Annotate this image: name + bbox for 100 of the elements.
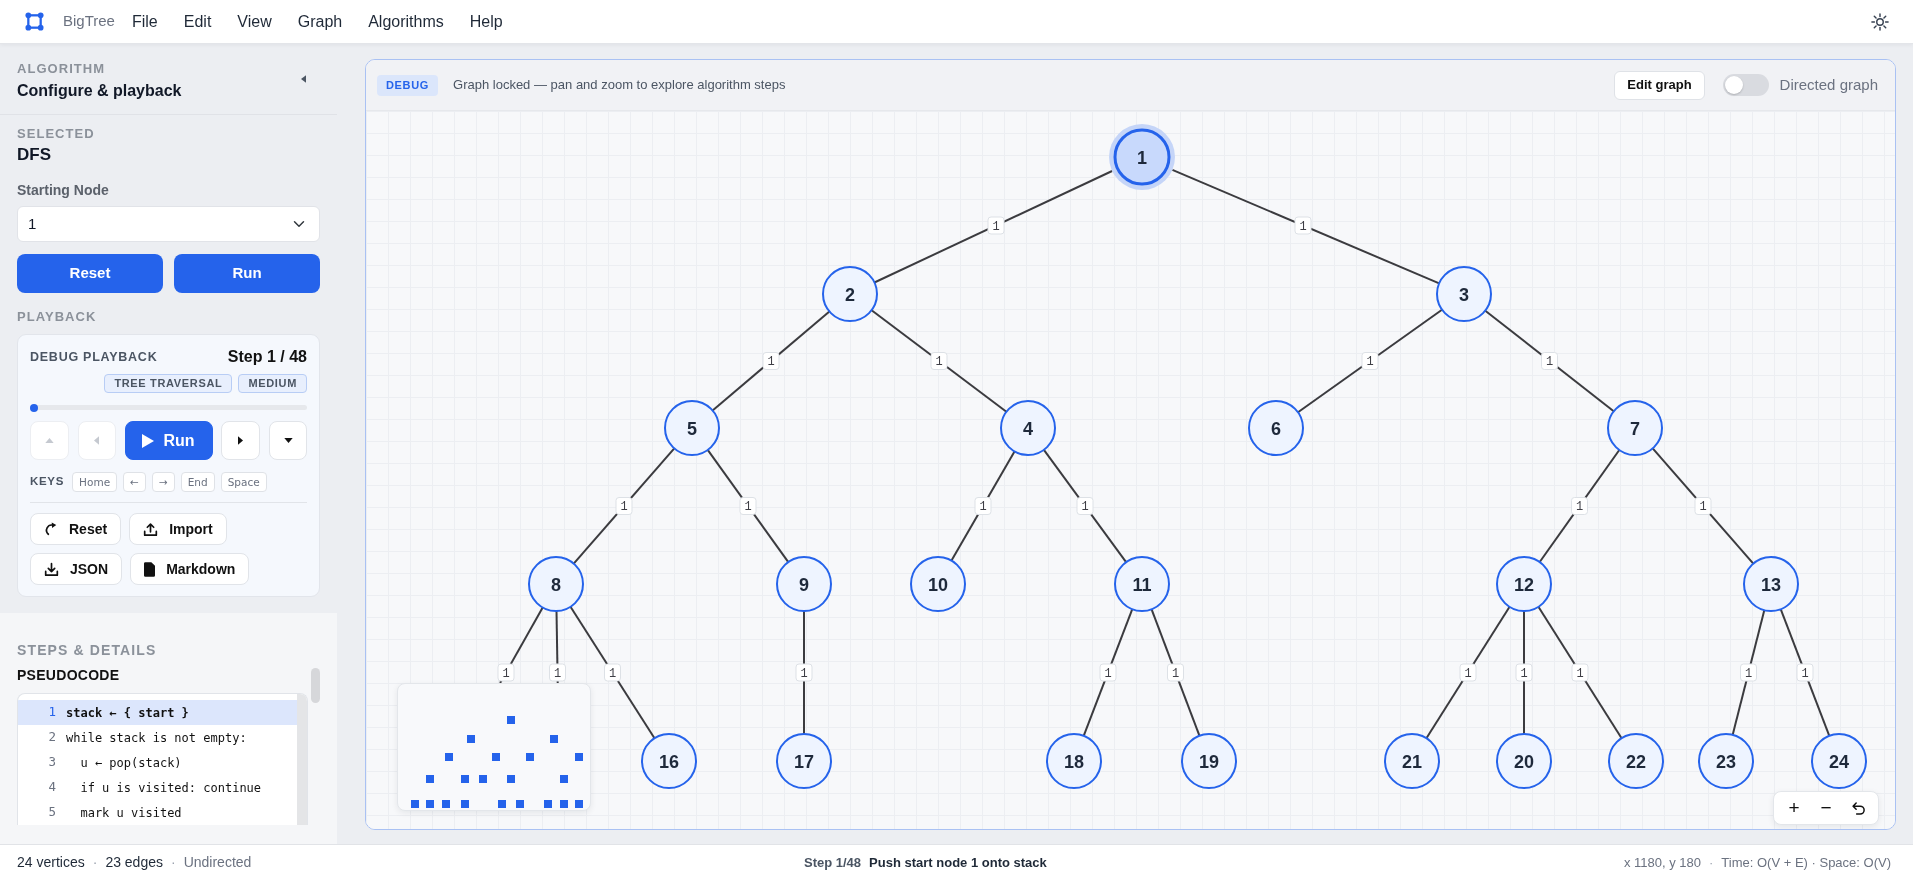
edge-weight-label: 1 [1571,663,1589,682]
code-text: stack ← { start } [66,704,189,722]
minimap-node-marker [507,716,515,724]
graph-node[interactable]: 24 [1811,733,1867,789]
edge-weight-label: 1 [1076,497,1094,515]
line-number: 3 [47,753,57,772]
step-indicator: Step 1/48 [804,853,862,872]
keys-label: KEYS [30,474,65,490]
menu-item[interactable]: Help [469,11,503,32]
action-button[interactable]: Run [174,254,320,293]
collapse-sidebar-button[interactable] [301,75,306,83]
edge-weight-label: 1 [930,352,948,370]
graph-node[interactable]: 11 [1114,556,1170,612]
pseudocode-line[interactable]: 5 mark u visited [18,800,297,825]
tag-label: MEDIUM [238,374,307,393]
graph-node[interactable]: 6 [1248,400,1304,456]
minimap-panel[interactable] [397,683,591,811]
edge-weight-label: 1 [1167,663,1184,682]
status-text: Time: O(V + E) · Space: O(V) [1721,853,1891,872]
menu-item[interactable]: Algorithms [368,11,444,32]
status-separator: · [171,853,176,872]
line-number: 1 [47,703,57,722]
pseudocode-line[interactable]: 3 u ← pop(stack) [18,750,297,775]
import-button[interactable]: Import [129,513,227,545]
pseudocode-line[interactable]: 2 while stack is not empty: [18,725,297,750]
graph-node[interactable]: 2 [822,266,878,322]
graph-node[interactable]: 9 [776,556,832,612]
caret-left-icon [301,75,306,83]
run-button[interactable]: Run [124,421,213,460]
progress-track[interactable] [30,405,307,410]
graph-node[interactable]: 16 [641,733,697,789]
scrollbar-track[interactable] [297,694,307,825]
export-markdown-button[interactable]: Markdown [130,553,250,585]
graph-node[interactable]: 1 [1109,124,1175,190]
caret-down-icon [283,438,293,443]
theme-sun-icon [1871,12,1889,31]
scrollbar-thumb[interactable] [311,668,320,703]
menu-item[interactable]: Edit [183,11,212,32]
graph-node[interactable]: 18 [1046,733,1102,789]
minimap-node-marker [544,800,552,808]
pseudocode-title: PSEUDOCODE [17,666,121,684]
minimap-node-marker [426,775,434,783]
minimap-node-marker [550,735,558,743]
minimap-node-marker [492,753,500,761]
graph-node[interactable]: 23 [1698,733,1754,789]
minimap-node-marker [575,800,583,808]
caret-left-icon [94,436,100,445]
reset-button[interactable]: Reset [30,513,122,545]
graph-node[interactable]: 17 [776,733,832,789]
line-number: 5 [47,803,57,822]
graph-node[interactable]: 7 [1607,400,1663,456]
edge-weight-label: 1 [1694,497,1712,515]
graph-node[interactable]: 22 [1608,733,1664,789]
pseudocode-line[interactable]: 4 if u is visited: continue [18,775,297,800]
menu-item[interactable]: View [237,11,272,32]
menu-item[interactable]: File [131,11,158,32]
minimap-node-marker [426,800,434,808]
graph-node[interactable]: 13 [1743,556,1799,612]
graph-node[interactable]: 19 [1181,733,1237,789]
tag-label: TREE TRAVERSAL [104,374,233,393]
status-text: 23 edges [105,853,163,872]
minimap-node-marker [445,753,453,761]
key-hint: End [180,472,215,492]
action-button[interactable]: Reset [17,254,163,293]
theme-toggle-button[interactable] [1869,10,1891,33]
edge-weight-label: 1 [615,497,633,515]
graph-node[interactable]: 3 [1436,266,1492,322]
graph-node[interactable]: 5 [664,400,720,456]
undo-arrow-icon [1850,800,1866,816]
zoom-button[interactable]: + [1780,795,1808,821]
directed-toggle[interactable] [1722,74,1769,96]
code-text: while stack is not empty: [66,729,247,747]
upload-icon [143,521,159,537]
starting-node-select[interactable]: 1 [17,206,320,242]
graph-canvas[interactable]: 1 1 1 1 1 1 1 1 1 1 1 1 1 1 1 1 1 1 1 1 1 1 1 1 2 5 8 16 9 17 4 10 11 18 19 3 6 7 12 21 20 22 13 23 24 + − [366,111,1895,829]
edge-weight-label: 1 [1541,352,1558,370]
logo-icon [25,12,44,31]
more-options-button[interactable] [269,421,307,460]
section-label: STEPS & DETAILS [17,641,158,659]
export-json-button[interactable]: JSON [30,553,123,585]
edge-weight-label: 1 [1515,663,1533,682]
line-number: 2 [47,728,57,747]
graph-node[interactable]: 20 [1496,733,1552,789]
edge-weight-label: 1 [549,663,566,682]
menu-item[interactable]: Graph [297,11,343,32]
graph-node[interactable]: 4 [1000,400,1056,456]
step-message: Push start node 1 onto stack [869,853,1047,872]
key-hint: Home [72,472,118,492]
graph-node[interactable]: 10 [910,556,966,612]
next-step-button[interactable] [221,421,261,460]
progress-thumb[interactable] [30,403,38,412]
section-label: ALGORITHM [17,61,107,77]
graph-node[interactable]: 21 [1384,733,1440,789]
file-icon [144,561,156,577]
graph-node[interactable]: 12 [1496,556,1552,612]
minimap-node-marker [498,800,506,808]
edit-graph-button[interactable]: Edit graph [1614,70,1705,100]
graph-node[interactable]: 8 [528,556,584,612]
minimap-node-marker [560,800,568,808]
zoom-button[interactable]: − [1812,795,1840,821]
